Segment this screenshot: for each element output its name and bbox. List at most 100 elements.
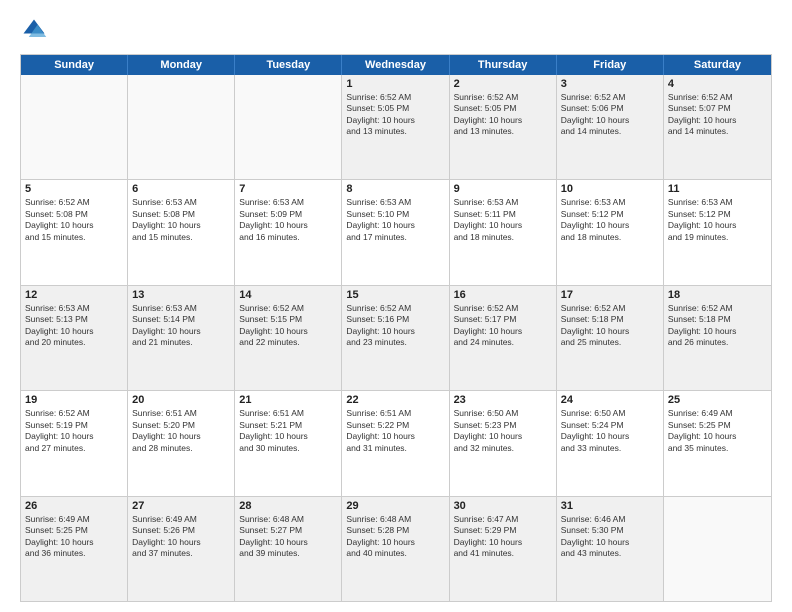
calendar-cell: 2 Sunrise: 6:52 AMSunset: 5:05 PMDaylight… — [450, 75, 557, 179]
cell-info: Sunrise: 6:50 AMSunset: 5:24 PMDaylight:… — [561, 408, 659, 454]
day-number: 17 — [561, 289, 659, 301]
cell-info: Sunrise: 6:52 AMSunset: 5:15 PMDaylight:… — [239, 303, 337, 349]
calendar-cell: 1 Sunrise: 6:52 AMSunset: 5:05 PMDaylight… — [342, 75, 449, 179]
cell-info: Sunrise: 6:53 AMSunset: 5:13 PMDaylight:… — [25, 303, 123, 349]
day-header-thursday: Thursday — [450, 55, 557, 75]
cell-info: Sunrise: 6:51 AMSunset: 5:22 PMDaylight:… — [346, 408, 444, 454]
cell-info: Sunrise: 6:52 AMSunset: 5:18 PMDaylight:… — [668, 303, 767, 349]
calendar-cell: 15 Sunrise: 6:52 AMSunset: 5:16 PMDayligh… — [342, 286, 449, 390]
day-number: 2 — [454, 78, 552, 90]
calendar-header: SundayMondayTuesdayWednesdayThursdayFrid… — [21, 55, 771, 75]
calendar-cell: 14 Sunrise: 6:52 AMSunset: 5:15 PMDayligh… — [235, 286, 342, 390]
day-header-saturday: Saturday — [664, 55, 771, 75]
calendar-cell: 19 Sunrise: 6:52 AMSunset: 5:19 PMDayligh… — [21, 391, 128, 495]
calendar-cell — [128, 75, 235, 179]
cell-info: Sunrise: 6:52 AMSunset: 5:08 PMDaylight:… — [25, 197, 123, 243]
day-header-wednesday: Wednesday — [342, 55, 449, 75]
day-number: 5 — [25, 183, 123, 195]
calendar-cell: 17 Sunrise: 6:52 AMSunset: 5:18 PMDayligh… — [557, 286, 664, 390]
day-number: 4 — [668, 78, 767, 90]
day-number: 30 — [454, 500, 552, 512]
day-number: 7 — [239, 183, 337, 195]
cell-info: Sunrise: 6:53 AMSunset: 5:10 PMDaylight:… — [346, 197, 444, 243]
calendar-cell: 27Sunrise: 6:49 AMSunset: 5:26 PMDayligh… — [128, 497, 235, 601]
cell-info: Sunrise: 6:47 AMSunset: 5:29 PMDaylight:… — [454, 514, 552, 560]
day-number: 11 — [668, 183, 767, 195]
calendar-body: 1 Sunrise: 6:52 AMSunset: 5:05 PMDaylight… — [21, 75, 771, 601]
day-number: 13 — [132, 289, 230, 301]
day-number: 20 — [132, 394, 230, 406]
calendar-cell: 4Sunrise: 6:52 AMSunset: 5:07 PMDaylight… — [664, 75, 771, 179]
calendar-cell: 23Sunrise: 6:50 AMSunset: 5:23 PMDayligh… — [450, 391, 557, 495]
calendar-cell: 25Sunrise: 6:49 AMSunset: 5:25 PMDayligh… — [664, 391, 771, 495]
calendar-cell: 18 Sunrise: 6:52 AMSunset: 5:18 PMDayligh… — [664, 286, 771, 390]
day-number: 12 — [25, 289, 123, 301]
calendar-cell — [235, 75, 342, 179]
week-row-5: 26Sunrise: 6:49 AMSunset: 5:25 PMDayligh… — [21, 497, 771, 601]
calendar-cell: 28 Sunrise: 6:48 AMSunset: 5:27 PMDayligh… — [235, 497, 342, 601]
calendar-cell — [21, 75, 128, 179]
cell-info: Sunrise: 6:48 AMSunset: 5:27 PMDaylight:… — [239, 514, 337, 560]
day-number: 10 — [561, 183, 659, 195]
day-header-sunday: Sunday — [21, 55, 128, 75]
cell-info: Sunrise: 6:52 AMSunset: 5:06 PMDaylight:… — [561, 92, 659, 138]
day-number: 24 — [561, 394, 659, 406]
page: SundayMondayTuesdayWednesdayThursdayFrid… — [0, 0, 792, 612]
cell-info: Sunrise: 6:53 AMSunset: 5:08 PMDaylight:… — [132, 197, 230, 243]
day-header-friday: Friday — [557, 55, 664, 75]
cell-info: Sunrise: 6:53 AMSunset: 5:14 PMDaylight:… — [132, 303, 230, 349]
cell-info: Sunrise: 6:52 AMSunset: 5:16 PMDaylight:… — [346, 303, 444, 349]
day-number: 28 — [239, 500, 337, 512]
day-number: 8 — [346, 183, 444, 195]
cell-info: Sunrise: 6:49 AMSunset: 5:26 PMDaylight:… — [132, 514, 230, 560]
week-row-2: 5 Sunrise: 6:52 AMSunset: 5:08 PMDaylight… — [21, 180, 771, 285]
day-number: 22 — [346, 394, 444, 406]
cell-info: Sunrise: 6:49 AMSunset: 5:25 PMDaylight:… — [668, 408, 767, 454]
cell-info: Sunrise: 6:49 AMSunset: 5:25 PMDaylight:… — [25, 514, 123, 560]
cell-info: Sunrise: 6:53 AMSunset: 5:11 PMDaylight:… — [454, 197, 552, 243]
cell-info: Sunrise: 6:52 AMSunset: 5:18 PMDaylight:… — [561, 303, 659, 349]
day-number: 15 — [346, 289, 444, 301]
cell-info: Sunrise: 6:53 AMSunset: 5:12 PMDaylight:… — [561, 197, 659, 243]
day-number: 9 — [454, 183, 552, 195]
cell-info: Sunrise: 6:50 AMSunset: 5:23 PMDaylight:… — [454, 408, 552, 454]
week-row-4: 19 Sunrise: 6:52 AMSunset: 5:19 PMDayligh… — [21, 391, 771, 496]
week-row-1: 1 Sunrise: 6:52 AMSunset: 5:05 PMDaylight… — [21, 75, 771, 180]
calendar-cell: 26Sunrise: 6:49 AMSunset: 5:25 PMDayligh… — [21, 497, 128, 601]
calendar-cell: 7 Sunrise: 6:53 AMSunset: 5:09 PMDaylight… — [235, 180, 342, 284]
cell-info: Sunrise: 6:51 AMSunset: 5:21 PMDaylight:… — [239, 408, 337, 454]
cell-info: Sunrise: 6:52 AMSunset: 5:17 PMDaylight:… — [454, 303, 552, 349]
day-number: 14 — [239, 289, 337, 301]
calendar-cell — [664, 497, 771, 601]
calendar-cell: 20Sunrise: 6:51 AMSunset: 5:20 PMDayligh… — [128, 391, 235, 495]
calendar-cell: 30 Sunrise: 6:47 AMSunset: 5:29 PMDayligh… — [450, 497, 557, 601]
day-number: 18 — [668, 289, 767, 301]
calendar: SundayMondayTuesdayWednesdayThursdayFrid… — [20, 54, 772, 602]
day-number: 3 — [561, 78, 659, 90]
calendar-cell: 11Sunrise: 6:53 AMSunset: 5:12 PMDayligh… — [664, 180, 771, 284]
calendar-cell: 8 Sunrise: 6:53 AMSunset: 5:10 PMDaylight… — [342, 180, 449, 284]
cell-info: Sunrise: 6:52 AMSunset: 5:05 PMDaylight:… — [346, 92, 444, 138]
cell-info: Sunrise: 6:52 AMSunset: 5:05 PMDaylight:… — [454, 92, 552, 138]
header — [20, 16, 772, 44]
calendar-cell: 13 Sunrise: 6:53 AMSunset: 5:14 PMDayligh… — [128, 286, 235, 390]
cell-info: Sunrise: 6:53 AMSunset: 5:09 PMDaylight:… — [239, 197, 337, 243]
day-number: 6 — [132, 183, 230, 195]
day-number: 19 — [25, 394, 123, 406]
day-header-monday: Monday — [128, 55, 235, 75]
day-number: 29 — [346, 500, 444, 512]
cell-info: Sunrise: 6:48 AMSunset: 5:28 PMDaylight:… — [346, 514, 444, 560]
calendar-cell: 29 Sunrise: 6:48 AMSunset: 5:28 PMDayligh… — [342, 497, 449, 601]
week-row-3: 12 Sunrise: 6:53 AMSunset: 5:13 PMDayligh… — [21, 286, 771, 391]
day-number: 1 — [346, 78, 444, 90]
day-number: 21 — [239, 394, 337, 406]
calendar-cell: 24 Sunrise: 6:50 AMSunset: 5:24 PMDayligh… — [557, 391, 664, 495]
logo — [20, 16, 52, 44]
cell-info: Sunrise: 6:52 AMSunset: 5:19 PMDaylight:… — [25, 408, 123, 454]
calendar-cell: 12 Sunrise: 6:53 AMSunset: 5:13 PMDayligh… — [21, 286, 128, 390]
cell-info: Sunrise: 6:46 AMSunset: 5:30 PMDaylight:… — [561, 514, 659, 560]
calendar-cell: 21 Sunrise: 6:51 AMSunset: 5:21 PMDayligh… — [235, 391, 342, 495]
calendar-cell: 10 Sunrise: 6:53 AMSunset: 5:12 PMDayligh… — [557, 180, 664, 284]
calendar-cell: 22 Sunrise: 6:51 AMSunset: 5:22 PMDayligh… — [342, 391, 449, 495]
day-header-tuesday: Tuesday — [235, 55, 342, 75]
